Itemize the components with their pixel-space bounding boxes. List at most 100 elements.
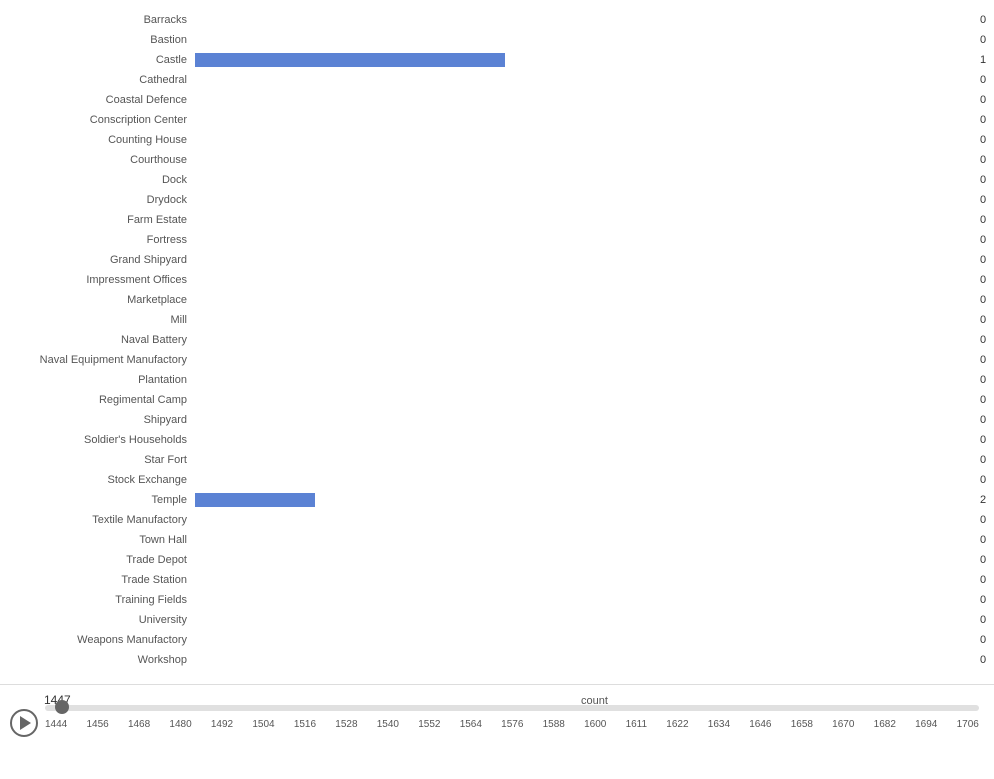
bar-value-label: 0: [980, 234, 994, 246]
bar-label: Farm Estate: [0, 214, 195, 226]
bar-row: Castle 1: [0, 50, 994, 70]
bar-row: Fortress0: [0, 230, 994, 250]
timeline-year-label: 1444: [45, 719, 67, 730]
bar-track: [195, 73, 976, 87]
bar-label: Courthouse: [0, 154, 195, 166]
bar-row: Naval Equipment Manufactory0: [0, 350, 994, 370]
timeline-thumb[interactable]: [55, 700, 69, 714]
bar-row: Training Fields0: [0, 590, 994, 610]
bar-track: [195, 453, 976, 467]
bar-value-label: 0: [980, 214, 994, 226]
bar-value-label: 0: [980, 74, 994, 86]
bar-value-label: 0: [980, 634, 994, 646]
bar-label: Textile Manufactory: [0, 514, 195, 526]
bar-value-label: 0: [980, 534, 994, 546]
bar-label: Trade Depot: [0, 554, 195, 566]
bar-value-label: 0: [980, 334, 994, 346]
play-button[interactable]: [10, 709, 38, 737]
timeline-year-label: 1682: [874, 719, 896, 730]
bar-row: Weapons Manufactory 0: [0, 630, 994, 650]
bar-label: Dock: [0, 174, 195, 186]
bar-track: [195, 473, 976, 487]
timeline-year-label: 1552: [418, 719, 440, 730]
bar-label: Trade Station: [0, 574, 195, 586]
bar-value-label: 0: [980, 374, 994, 386]
bar-track: [195, 33, 976, 47]
bar-track: [195, 653, 976, 667]
bar-label: Plantation: [0, 374, 195, 386]
timeline-year-label: 1504: [252, 719, 274, 730]
bar-row: Marketplace0: [0, 290, 994, 310]
bar-label: Workshop: [0, 654, 195, 666]
bar-label: Weapons Manufactory: [0, 634, 195, 646]
bar-track: [195, 113, 976, 127]
timeline-year-label: 1528: [335, 719, 357, 730]
bar-track: [195, 353, 976, 367]
bar-label: Impressment Offices: [0, 274, 195, 286]
bar-row: Counting House0: [0, 130, 994, 150]
timeline-year-label: 1588: [543, 719, 565, 730]
bar-label: Shipyard: [0, 414, 195, 426]
bar-row: Courthouse0: [0, 150, 994, 170]
bar-value-label: 0: [980, 654, 994, 666]
bar-label: Naval Equipment Manufactory: [0, 354, 195, 366]
bar-value-label: 0: [980, 614, 994, 626]
bar-track: [195, 253, 976, 267]
bar-track: [195, 53, 976, 67]
bar-track: [195, 413, 976, 427]
bar-row: Town Hall0: [0, 530, 994, 550]
bar-value-label: 0: [980, 414, 994, 426]
bar-row: Stock Exchange0: [0, 470, 994, 490]
bar-value-label: 0: [980, 274, 994, 286]
bar-row: Naval Battery 0: [0, 330, 994, 350]
timeline-year-label: 1456: [86, 719, 108, 730]
bar-value-label: 0: [980, 174, 994, 186]
timeline-year-label: 1658: [791, 719, 813, 730]
bar-row: Soldier's Households0: [0, 430, 994, 450]
bar-value-label: 0: [980, 514, 994, 526]
timeline-year-label: 1468: [128, 719, 150, 730]
bar-fill: [195, 493, 315, 507]
bar-label: Marketplace: [0, 294, 195, 306]
bar-track: [195, 153, 976, 167]
bar-value-label: 0: [980, 194, 994, 206]
bar-row: Barracks0: [0, 10, 994, 30]
timeline-track[interactable]: [45, 705, 979, 711]
bar-label: Stock Exchange: [0, 474, 195, 486]
bar-label: Bastion: [0, 34, 195, 46]
timeline-year-label: 1646: [749, 719, 771, 730]
bar-row: University0: [0, 610, 994, 630]
bar-row: Cathedral 0: [0, 70, 994, 90]
bar-track: [195, 633, 976, 647]
bar-row: Star Fort 0: [0, 450, 994, 470]
timeline-container: 1447 14441456146814801492150415161528154…: [0, 684, 994, 779]
bar-track: [195, 493, 976, 507]
timeline-year-label: 1480: [169, 719, 191, 730]
bar-value-label: 0: [980, 114, 994, 126]
timeline-year-label: 1576: [501, 719, 523, 730]
bar-row: Mill0: [0, 310, 994, 330]
bar-track: [195, 373, 976, 387]
bar-value-label: 0: [980, 454, 994, 466]
bar-label: Star Fort: [0, 454, 195, 466]
bar-row: Coastal Defence0: [0, 90, 994, 110]
bar-track: [195, 613, 976, 627]
timeline-labels: 1444145614681480149215041516152815401552…: [45, 719, 979, 730]
bar-label: Cathedral: [0, 74, 195, 86]
bar-track: [195, 213, 976, 227]
bar-track: [195, 133, 976, 147]
bar-row: Dock 0: [0, 170, 994, 190]
bar-track: [195, 93, 976, 107]
bar-row: Trade Depot0: [0, 550, 994, 570]
bar-value-label: 1: [980, 54, 994, 66]
bar-row: Grand Shipyard0: [0, 250, 994, 270]
bar-label: Drydock: [0, 194, 195, 206]
bar-fill: [195, 53, 505, 67]
bar-track: [195, 273, 976, 287]
timeline-year-label: 1611: [626, 719, 648, 730]
timeline-year-label: 1670: [832, 719, 854, 730]
bar-label: Castle: [0, 54, 195, 66]
bar-label: Naval Battery: [0, 334, 195, 346]
chart-area: Barracks0 Bastion 0 Castle 1 Cathedral 0 Coasta…: [0, 10, 994, 679]
bar-label: Conscription Center: [0, 114, 195, 126]
